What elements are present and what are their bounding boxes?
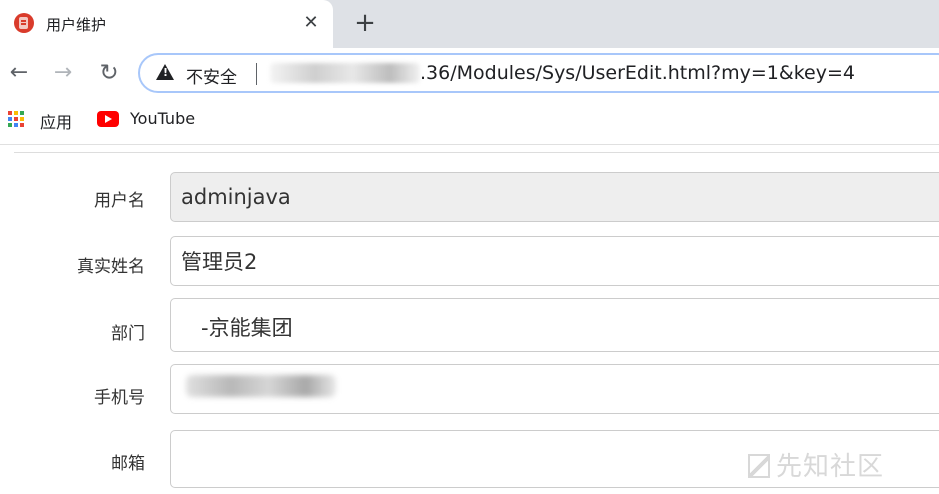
- url-separator: [256, 63, 257, 85]
- watermark-logo-icon: [748, 454, 770, 478]
- chrome-divider: [0, 144, 939, 145]
- new-tab-button[interactable]: +: [351, 10, 379, 38]
- youtube-icon[interactable]: [97, 111, 119, 127]
- bookmarks-bar: 应用 YouTube: [0, 100, 939, 138]
- bookmark-apps-label[interactable]: 应用: [40, 109, 72, 133]
- apps-grid-icon[interactable]: [8, 111, 24, 127]
- forward-arrow-icon[interactable]: →: [50, 60, 76, 86]
- browser-toolbar: ← → ↻ 不安全 .36/Modules/Sys/UserEdit.html?…: [0, 48, 939, 100]
- browser-tab[interactable]: 用户维护 ✕: [0, 0, 333, 48]
- url-redacted-blur: [270, 63, 420, 83]
- address-bar[interactable]: 不安全 .36/Modules/Sys/UserEdit.html?my=1&k…: [138, 53, 939, 93]
- username-field[interactable]: [170, 172, 939, 222]
- reload-icon[interactable]: ↻: [96, 60, 122, 86]
- tab-title: 用户维护: [46, 16, 107, 34]
- department-selected-value: -京能集团: [201, 316, 293, 340]
- phone-label: 手机号: [94, 388, 145, 408]
- department-label: 部门: [111, 324, 145, 344]
- content-divider: [14, 152, 939, 153]
- realname-field[interactable]: [170, 236, 939, 286]
- browser-tabstrip: 用户维护 ✕ +: [0, 0, 939, 48]
- watermark-text: 先知社区: [776, 452, 885, 482]
- department-select[interactable]: -京能集团: [170, 298, 939, 352]
- realname-label: 真实姓名: [77, 257, 145, 277]
- security-status-label[interactable]: 不安全: [186, 63, 237, 88]
- username-label: 用户名: [94, 191, 145, 211]
- url-text[interactable]: .36/Modules/Sys/UserEdit.html?my=1&key=4: [420, 62, 855, 84]
- tab-close-icon[interactable]: ✕: [300, 12, 322, 34]
- bookmark-youtube-label[interactable]: YouTube: [130, 109, 195, 128]
- site-favicon-icon: [14, 13, 34, 33]
- back-arrow-icon[interactable]: ←: [6, 60, 32, 86]
- phone-redacted-blur: [186, 375, 336, 397]
- watermark: 先知社区: [748, 446, 884, 483]
- email-label: 邮箱: [111, 454, 145, 474]
- warning-triangle-icon[interactable]: [156, 64, 174, 80]
